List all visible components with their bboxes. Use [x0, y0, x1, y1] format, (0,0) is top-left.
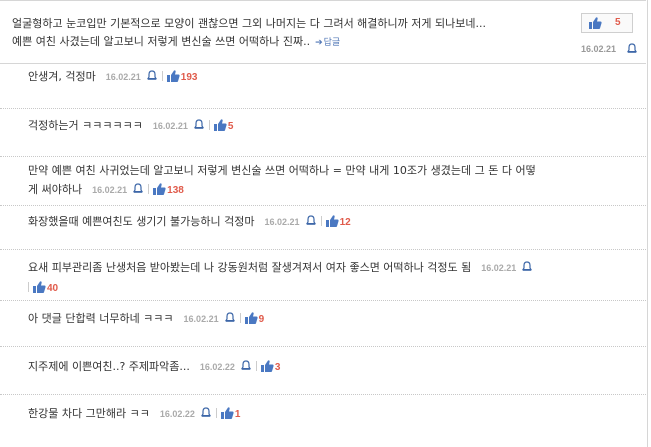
reply-content: 요새 피부관리좀 난생처음 받아봤는데 나 강동원처럼 잘생겨져서 여자 좋스면… — [28, 258, 640, 298]
reply-line-2: 게 써야하나 16.02.21 138 — [28, 180, 628, 200]
divider — [255, 361, 257, 371]
top-comment-body: 얼굴형하고 눈코입만 기본적으로 모양이 괜찮으면 그외 나머지는 다 그려서 … — [12, 15, 567, 52]
thumbs-up-icon[interactable] — [32, 280, 46, 294]
like-count: 12 — [339, 217, 351, 228]
top-comment-line-2: 예쁜 여친 사겼는데 알고보니 저렇게 변신술 쓰면 어떡하나 진짜.. ➔답글 — [12, 33, 567, 52]
divider — [239, 313, 241, 323]
like-count: 138 — [167, 185, 184, 196]
top-comment: 얼굴형하고 눈코입만 기본적으로 모양이 괜찮으면 그외 나머지는 다 그려서 … — [0, 0, 646, 64]
divider — [148, 184, 150, 194]
report-bell-icon[interactable] — [522, 261, 532, 272]
reply-item: 요새 피부관리좀 난생처음 받아봤는데 나 강동원처럼 잘생겨져서 여자 좋스면… — [0, 250, 646, 301]
reply-item: 화장했을때 예쁜여친도 생기기 불가능하니 걱정마 16.02.21 12 — [0, 206, 646, 250]
report-bell-icon[interactable] — [133, 183, 143, 194]
top-comment-line-1: 얼굴형하고 눈코입만 기본적으로 모양이 괜찮으면 그외 나머지는 다 그려서 … — [12, 17, 486, 30]
reply-text: 안생겨, 걱정마 — [28, 70, 96, 83]
reply-text-line-1: 요새 피부관리좀 난생처음 받아봤는데 나 강동원처럼 잘생겨져서 여자 좋스면… — [28, 261, 472, 274]
reply-content: 지주제에 이쁜여친..? 주제파악좀... 16.02.22 3 — [28, 357, 280, 377]
reply-line-1: 요새 피부관리좀 난생처음 받아봤는데 나 강동원처럼 잘생겨져서 여자 좋스면… — [28, 258, 640, 278]
reply-date: 16.02.21 — [92, 185, 128, 195]
thumbs-up-icon[interactable] — [244, 311, 258, 325]
reply-content: 한강물 차다 그만해라 ㅋㅋ 16.02.22 1 — [28, 404, 240, 424]
like-count: 3 — [274, 362, 281, 373]
report-bell-icon[interactable] — [194, 119, 204, 130]
top-comment-date: 16.02.21 — [581, 44, 617, 54]
report-bell-icon[interactable] — [306, 215, 316, 226]
reply-item: 아 댓글 단합력 너무하네 ㅋㅋㅋ 16.02.21 9 — [0, 301, 646, 347]
reply-button-label: 답글 — [323, 38, 341, 48]
thumbs-up-icon[interactable] — [220, 406, 234, 420]
reply-text: 화장했을때 예쁜여친도 생기기 불가능하니 걱정마 — [28, 215, 255, 228]
reply-date: 16.02.21 — [152, 121, 188, 131]
reply-date: 16.02.22 — [159, 409, 195, 419]
reply-line-2: 40 — [28, 278, 640, 298]
like-count: 1 — [234, 409, 241, 420]
like-count: 5 — [227, 121, 234, 132]
reply-text-line-2: 게 써야하나 — [28, 183, 83, 196]
report-bell-icon[interactable] — [147, 70, 157, 81]
reply-item: 지주제에 이쁜여친..? 주제파악좀... 16.02.22 3 — [0, 347, 646, 395]
reply-date: 16.02.21 — [481, 263, 517, 273]
thumbs-up-icon — [588, 16, 602, 30]
divider — [161, 71, 163, 81]
top-like-count: 5 — [615, 17, 621, 28]
reply-text-line-1: 만약 예쁜 여친 사귀었는데 알고보니 저렇게 변신술 쓰면 어떡하나 = 만약… — [28, 164, 536, 177]
reply-content: 만약 예쁜 여친 사귀었는데 알고보니 저렇게 변신술 쓰면 어떡하나 = 만약… — [28, 161, 628, 200]
like-count: 9 — [258, 314, 265, 325]
reply-content: 안생겨, 걱정마 16.02.21 193 — [28, 67, 197, 87]
report-bell-icon[interactable] — [241, 360, 251, 371]
thumbs-up-icon[interactable] — [260, 359, 274, 373]
reply-item: 만약 예쁜 여친 사귀었는데 알고보니 저렇게 변신술 쓰면 어떡하나 = 만약… — [0, 157, 646, 206]
arrow-icon: ➔ — [315, 38, 323, 48]
like-count: 40 — [47, 283, 59, 294]
reply-date: 16.02.21 — [105, 72, 141, 82]
report-bell-icon[interactable] — [627, 43, 637, 54]
reply-text: 걱정하는거 ㅋㅋㅋㅋㅋㅋ — [28, 119, 143, 132]
top-like-button[interactable]: 5 — [581, 13, 633, 33]
reply-content: 아 댓글 단합력 너무하네 ㅋㅋㅋ 16.02.21 9 — [28, 309, 264, 329]
reply-text: 한강물 차다 그만해라 ㅋㅋ — [28, 407, 150, 420]
divider — [215, 408, 217, 418]
reply-button[interactable]: ➔답글 — [315, 38, 340, 48]
thumbs-up-icon[interactable] — [152, 182, 166, 196]
top-comment-line-2-text: 예쁜 여친 사겼는데 알고보니 저렇게 변신술 쓰면 어떡하나 진짜.. — [12, 35, 311, 48]
reply-item: 한강물 차다 그만해라 ㅋㅋ 16.02.22 1 — [0, 395, 646, 446]
reply-date: 16.02.21 — [264, 217, 300, 227]
comment-panel: 얼굴형하고 눈코입만 기본적으로 모양이 괜찮으면 그외 나머지는 다 그려서 … — [0, 0, 648, 447]
reply-item: 안생겨, 걱정마 16.02.21 193 — [0, 63, 646, 109]
divider — [208, 120, 210, 130]
reply-content: 걱정하는거 ㅋㅋㅋㅋㅋㅋ 16.02.21 5 — [28, 116, 233, 136]
reply-date: 16.02.22 — [199, 362, 235, 372]
reply-content: 화장했을때 예쁜여친도 생기기 불가능하니 걱정마 16.02.21 12 — [28, 212, 351, 232]
divider — [320, 216, 322, 226]
reply-item: 걱정하는거 ㅋㅋㅋㅋㅋㅋ 16.02.21 5 — [0, 109, 646, 157]
thumbs-up-icon[interactable] — [325, 214, 339, 228]
thumbs-up-icon[interactable] — [213, 118, 227, 132]
reply-text: 아 댓글 단합력 너무하네 ㅋㅋㅋ — [28, 312, 174, 325]
divider — [28, 282, 29, 292]
report-bell-icon[interactable] — [225, 312, 235, 323]
reply-date: 16.02.21 — [183, 314, 219, 324]
reply-text: 지주제에 이쁜여친..? 주제파악좀... — [28, 360, 190, 373]
thumbs-up-icon[interactable] — [166, 69, 180, 83]
like-count: 193 — [180, 72, 198, 83]
report-bell-icon[interactable] — [201, 407, 211, 418]
